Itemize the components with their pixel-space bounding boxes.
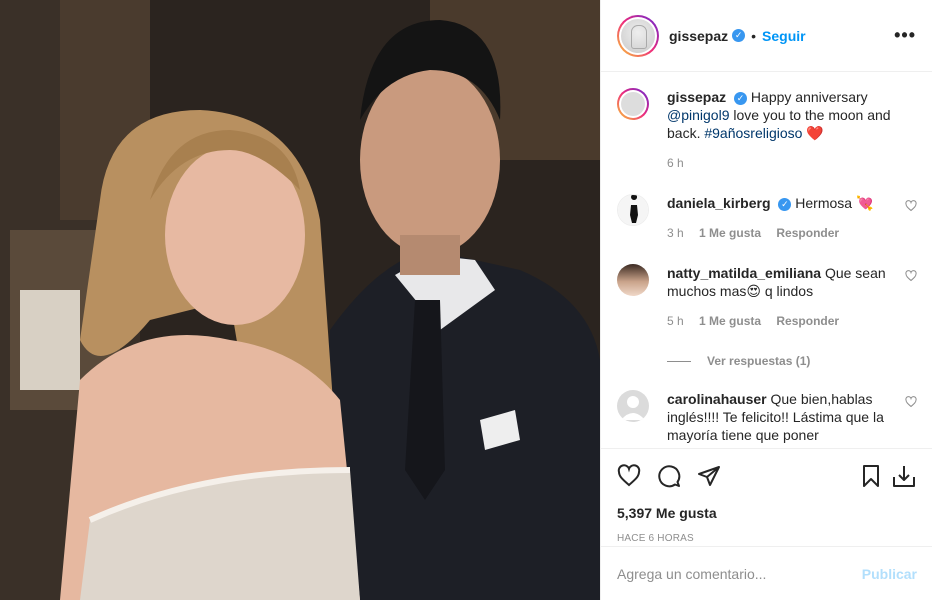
reply-button[interactable]: Responder [776, 226, 839, 240]
author-avatar[interactable] [617, 14, 659, 57]
comment-meta: 3 h 1 Me gusta Responder [667, 224, 897, 242]
comment-time[interactable]: 5 h [667, 314, 684, 328]
post-photo-illustration [0, 0, 600, 600]
comment-like-heart-icon[interactable] [905, 396, 917, 408]
comment-like-heart-icon[interactable] [905, 200, 917, 212]
comment-time[interactable]: 3 h [667, 226, 684, 240]
comment-text: Hermosa 💘 [795, 195, 874, 211]
verified-badge-icon: ✓ [778, 197, 792, 211]
post-actions: 5,397 Me gusta HACE 6 HORAS [601, 448, 932, 544]
caption-heart-emoji: ❤️ [806, 125, 824, 141]
comment-username[interactable]: natty_matilda_emiliana [667, 265, 821, 281]
comment-like-heart-icon[interactable] [905, 270, 917, 282]
caption: gissepaz ✓ Happy anniversary @pinigol9 l… [617, 88, 917, 172]
action-icons-row [617, 461, 917, 491]
caption-mention[interactable]: @pinigol9 [667, 107, 729, 123]
comment-item: natty_matilda_emiliana Que sean muchos m… [617, 264, 917, 330]
post-time-ago[interactable]: HACE 6 HORAS [617, 533, 917, 544]
bookmark-icon[interactable] [859, 464, 883, 488]
paper-plane-icon[interactable] [697, 464, 721, 488]
comment-meta: 5 h 1 Me gusta Responder [667, 312, 897, 330]
comment-input[interactable] [617, 565, 862, 582]
caption-meta: 6 h [667, 154, 917, 172]
reply-button[interactable]: Responder [776, 314, 839, 328]
post-panel: gissepaz ✓ • Seguir ••• gissepaz ✓ Happy… [600, 0, 932, 600]
caption-time[interactable]: 6 h [667, 156, 684, 170]
comment-username[interactable]: carolinahauser [667, 391, 767, 407]
verified-badge-icon: ✓ [734, 91, 748, 105]
comments-section[interactable]: gissepaz ✓ Happy anniversary @pinigol9 l… [601, 72, 932, 448]
caption-hashtag[interactable]: #9añosreligioso [704, 125, 802, 141]
view-replies-button[interactable]: Ver respuestas (1) [667, 354, 917, 368]
author-avatar-image [621, 18, 655, 53]
comment-item: carolinahauser Que bien,hablas inglés!!!… [617, 390, 917, 444]
commenter-avatar[interactable] [617, 390, 649, 422]
comment-item: daniela_kirberg ✓ Hermosa 💘 3 h 1 Me gus… [617, 194, 917, 242]
comment-icon[interactable] [657, 464, 681, 488]
post-header: gissepaz ✓ • Seguir ••• [601, 0, 932, 72]
heart-icon[interactable] [617, 464, 641, 488]
caption-text-1: Happy anniversary [750, 89, 868, 105]
comment-likes[interactable]: 1 Me gusta [699, 226, 761, 240]
commenter-avatar[interactable] [617, 264, 649, 296]
likes-count[interactable]: 5,397 Me gusta [617, 505, 917, 521]
commenter-avatar[interactable] [617, 194, 649, 226]
publish-button[interactable]: Publicar [862, 566, 917, 582]
download-icon[interactable] [891, 463, 917, 489]
follow-button[interactable]: Seguir [762, 28, 806, 44]
separator-dot: • [751, 27, 757, 44]
comment-likes[interactable]: 1 Me gusta [699, 314, 761, 328]
post-photo[interactable] [0, 0, 600, 600]
replies-divider [667, 360, 691, 362]
verified-badge-icon: ✓ [732, 29, 746, 42]
more-options-icon[interactable]: ••• [894, 25, 916, 46]
author-username[interactable]: gissepaz [669, 28, 728, 44]
view-replies-label: Ver respuestas (1) [707, 354, 811, 368]
caption-avatar[interactable] [617, 88, 649, 120]
add-comment-bar: Publicar [601, 546, 932, 600]
caption-username[interactable]: gissepaz [667, 89, 726, 105]
comment-username[interactable]: daniela_kirberg [667, 195, 771, 211]
